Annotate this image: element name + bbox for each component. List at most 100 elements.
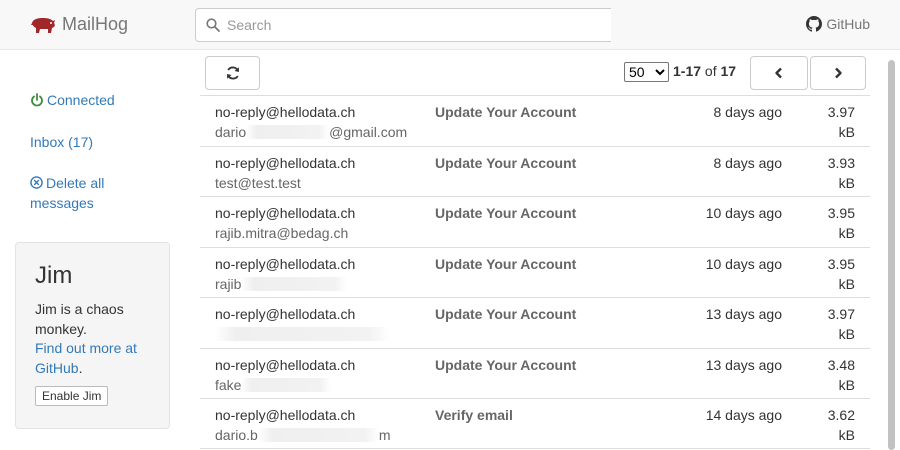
message-date: 13 days ago [705,356,782,373]
redacted-block [241,276,348,291]
search-icon [206,18,220,32]
delete-all-button[interactable]: Delete all messages [30,173,150,213]
message-row[interactable]: no-reply@hellodata.ch rajib.mitra@bedag.… [200,196,870,247]
sidebar: Connected Inbox (17) Delete all messages… [0,51,185,450]
refresh-icon [226,66,239,80]
chevron-left-icon [775,67,782,79]
redacted-block [241,377,332,392]
message-addresses: no-reply@hellodata.ch test@test.test [215,153,355,193]
message-addresses: no-reply@hellodata.ch rajib.mitra@bedag.… [215,203,355,243]
message-from: no-reply@hellodata.ch [215,306,356,322]
message-size-unit: kB [838,174,855,191]
message-size-unit: kB [838,275,855,292]
message-size: 3.97 kB [815,102,855,142]
power-icon [31,93,43,107]
brand-name: MailHog [62,14,129,34]
message-size-value: 3.95 [827,255,855,272]
github-icon [806,16,823,32]
range-text: 1-17 [673,63,702,79]
message-size-value: 3.93 [827,154,855,171]
delete-circle-icon [30,176,43,189]
message-from: no-reply@hellodata.ch [215,356,356,373]
message-to-start: dario.b [215,427,258,443]
message-date: 10 days ago [705,255,782,272]
message-to-start: rajib [215,275,242,292]
prev-page-button[interactable] [750,56,808,90]
message-size-unit: kB [838,326,855,342]
message-from: no-reply@hellodata.ch [215,205,356,221]
message-size: 3.95 kB [815,203,855,243]
message-row[interactable]: no-reply@hellodata.ch test@test.test Upd… [200,145,870,197]
redacted-block [257,428,379,442]
message-size-unit: kB [838,225,855,241]
message-row[interactable]: no-reply@hellodata.ch Update Your Accoun… [200,297,870,348]
message-count: 1-17 of 17 [673,63,736,79]
message-date: 14 days ago [705,407,782,423]
message-addresses: no-reply@hellodata.ch [215,304,390,344]
message-row[interactable]: no-reply@hellodata.ch dario @gmail.com Up… [200,95,870,146]
message-to-start: dario [215,124,247,140]
jim-description: Jim is a chaos monkey. [35,301,124,337]
refresh-button[interactable] [205,56,260,90]
message-from: no-reply@hellodata.ch [215,104,356,120]
message-date: 10 days ago [705,205,782,221]
message-subject: Update Your Account [435,356,577,373]
message-date: 8 days ago [713,154,783,171]
message-size-value: 3.95 [827,205,855,221]
message-subject: Update Your Account [435,104,577,120]
connected-status: Connected [30,90,115,110]
top-navbar: MailHog GitHub [0,0,900,50]
per-page-select[interactable]: 50 [624,62,669,82]
github-label: GitHub [826,16,870,32]
message-list: no-reply@hellodata.ch dario @gmail.com Up… [200,95,870,449]
message-to-start: test@test.test [215,174,301,191]
message-to: dario @gmail.com [215,122,407,142]
message-to: rajib [215,274,355,294]
message-row[interactable]: no-reply@hellodata.ch fake Update Your A… [200,347,870,399]
message-date: 13 days ago [705,306,782,322]
message-from: no-reply@hellodata.ch [215,154,356,171]
redacted-block [215,327,390,341]
message-row[interactable]: no-reply@hellodata.ch rajib Update Your … [200,246,870,298]
message-addresses: no-reply@hellodata.ch dario @gmail.com [215,102,407,142]
message-to-start: rajib.mitra@bedag.ch [215,225,349,241]
github-link[interactable]: GitHub [806,16,870,32]
connected-label: Connected [47,92,115,108]
message-size: 3.95 kB [815,254,855,294]
message-size-unit: kB [838,376,855,393]
message-addresses: no-reply@hellodata.ch dario.b m [215,405,390,445]
search-input[interactable] [227,17,607,33]
message-row[interactable]: no-reply@hellodata.ch dario.b m Verify em… [200,398,870,449]
message-from: no-reply@hellodata.ch [215,255,356,272]
message-to-end: m [378,427,391,443]
message-addresses: no-reply@hellodata.ch rajib [215,254,355,294]
chevron-right-icon [835,67,842,79]
message-date: 8 days ago [713,104,783,120]
search-bar [195,8,611,42]
jim-title: Jim [35,262,73,289]
of-text: of [704,63,717,79]
message-to-end: @gmail.com [329,124,408,140]
message-toolbar: 50 1-17 of 17 [200,51,890,95]
sidebar-item-inbox[interactable]: Inbox (17) [30,132,93,152]
message-size-value: 3.97 [827,104,855,120]
message-subject: Update Your Account [435,154,577,171]
enable-jim-button[interactable]: Enable Jim [35,386,109,406]
pig-icon [31,17,55,33]
message-to: rajib.mitra@bedag.ch [215,223,355,243]
brand-link[interactable]: MailHog [30,14,128,35]
message-subject: Update Your Account [435,255,577,272]
message-size: 3.48 kB [815,355,855,395]
message-subject: Update Your Account [435,205,577,221]
jim-github-link[interactable]: Find out more at GitHub [35,340,137,376]
message-size-unit: kB [838,427,855,443]
next-page-button[interactable] [810,56,866,90]
message-from: no-reply@hellodata.ch [215,407,356,423]
scrollbar-thumb[interactable] [888,60,895,450]
message-to: dario.b m [215,425,390,445]
message-subject: Update Your Account [435,306,577,322]
message-to: test@test.test [215,173,355,193]
message-to [215,324,390,344]
message-size-value: 3.97 [827,306,855,322]
message-size-value: 3.62 [827,407,855,423]
